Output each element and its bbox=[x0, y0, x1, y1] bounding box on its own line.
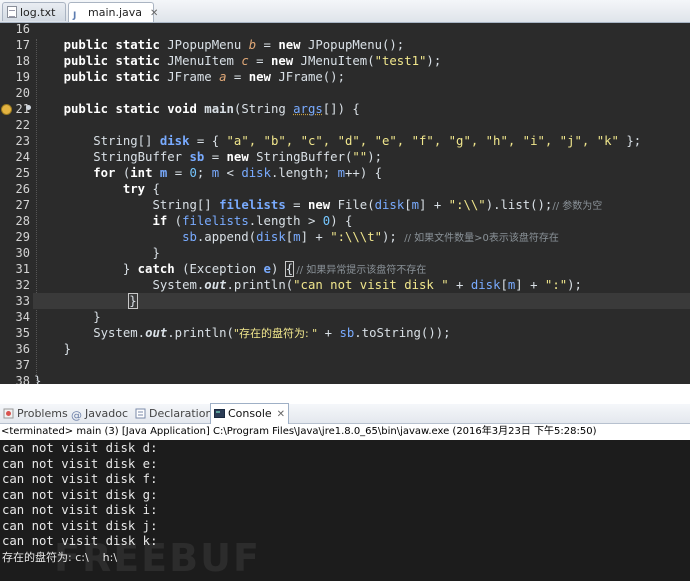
line-number: 19 bbox=[15, 70, 30, 84]
declaration-icon bbox=[135, 408, 146, 419]
console-line: can not visit disk e: bbox=[2, 456, 158, 471]
line-number: 26 bbox=[15, 182, 30, 196]
watermark: FREEBUF bbox=[54, 536, 261, 580]
warning-marker-icon[interactable] bbox=[1, 104, 12, 115]
editor-tab-bar: log.txt Jmain.java ✕ bbox=[0, 0, 690, 23]
tab-log-txt[interactable]: log.txt bbox=[2, 2, 66, 21]
line-number: 35 bbox=[15, 326, 30, 340]
line-number: 22 bbox=[15, 118, 30, 132]
line-number: 24 bbox=[15, 150, 30, 164]
horizontal-scrollbar[interactable] bbox=[0, 384, 690, 404]
matching-bracket: } bbox=[128, 293, 138, 309]
text-file-icon bbox=[7, 6, 17, 18]
at-sign-icon: @ bbox=[71, 409, 82, 422]
code-line-27: String[] filelists = new File(disk[m] + … bbox=[152, 198, 603, 212]
line-number: 20 bbox=[15, 86, 30, 100]
console-line: can not visit disk d: bbox=[2, 441, 158, 455]
line-number: 32 bbox=[15, 278, 30, 292]
code-line-32: System.out.println("can not visit disk "… bbox=[152, 278, 582, 292]
java-file-icon: J bbox=[73, 11, 77, 21]
line-number: 29 bbox=[15, 230, 30, 244]
tab-main-java[interactable]: Jmain.java ✕ bbox=[68, 2, 158, 22]
line-number: 23 bbox=[15, 134, 30, 148]
code-line-35: System.out.println("存在的盘符为: " + sb.toStr… bbox=[93, 326, 451, 340]
tab-declaration[interactable]: Declaration bbox=[135, 404, 212, 423]
code-line-30: } bbox=[152, 246, 160, 260]
tab-console[interactable]: Console ✕ bbox=[210, 403, 290, 424]
override-marker-icon bbox=[26, 105, 31, 110]
console-line: can not visit disk f: bbox=[2, 472, 158, 486]
code-line-36: } bbox=[63, 342, 72, 356]
tab-label: main.java bbox=[88, 6, 143, 19]
console-icon bbox=[214, 409, 225, 418]
code-line-19: public static JFrame a = new JFrame(); bbox=[63, 70, 345, 84]
view-tab-bar: Problems @ Javadoc Declaration Console ✕ bbox=[0, 403, 690, 424]
line-number: 17 bbox=[15, 38, 30, 52]
code-line-18: public static JMenuItem c = new JMenuIte… bbox=[63, 54, 442, 68]
problems-icon bbox=[3, 408, 14, 419]
code-line-21: public static void main(String args[]) { bbox=[63, 102, 360, 116]
close-icon[interactable]: ✕ bbox=[150, 8, 158, 19]
tab-problems[interactable]: Problems bbox=[3, 404, 68, 423]
line-number: 30 bbox=[15, 246, 30, 260]
console-line: can not visit disk j: bbox=[2, 518, 158, 533]
code-line-34: } bbox=[93, 310, 101, 324]
line-number: 28 bbox=[15, 214, 30, 228]
console-line: can not visit disk g: bbox=[2, 487, 158, 502]
tab-label: log.txt bbox=[20, 6, 56, 19]
code-line-29: sb.append(disk[m] + ":\\\t"); // 如果文件数量>… bbox=[182, 230, 559, 244]
code-line-26: try { bbox=[122, 182, 160, 196]
close-icon[interactable]: ✕ bbox=[277, 409, 285, 420]
code-line-25: for (int m = 0; m < disk.length; m++) { bbox=[93, 166, 383, 180]
tab-javadoc[interactable]: @ Javadoc bbox=[71, 404, 128, 423]
console-process-title: <terminated> main (3) [Java Application]… bbox=[0, 424, 690, 440]
code-line-23: String[] disk = { "a", "b", "c", "d", "e… bbox=[93, 134, 642, 148]
console-line: can not visit disk i: bbox=[2, 503, 158, 517]
line-number: 16 bbox=[15, 23, 30, 36]
line-number: 25 bbox=[15, 166, 30, 180]
code-line-33-current: } bbox=[33, 293, 690, 309]
code-line-24: StringBuffer sb = new StringBuffer(""); bbox=[93, 150, 383, 164]
console-output[interactable]: can not visit disk d: can not visit disk… bbox=[0, 440, 690, 581]
code-line-31: } catch (Exception e) { // 如果异常提示该盘符不存在 bbox=[122, 261, 427, 277]
line-number: 18 bbox=[15, 54, 30, 68]
line-number: 33 bbox=[15, 294, 30, 308]
line-number: 36 bbox=[15, 342, 30, 356]
line-number: 27 bbox=[15, 198, 30, 212]
line-number: 34 bbox=[15, 310, 30, 324]
line-number: 37 bbox=[15, 358, 30, 372]
code-editor[interactable]: 16 17 18 19 20 21 22 23 24 25 26 27 28 2… bbox=[0, 23, 690, 384]
line-number: 31 bbox=[15, 262, 30, 276]
code-line-38: } bbox=[34, 374, 42, 384]
code-line-17: public static JPopupMenu b = new JPopupM… bbox=[63, 38, 405, 52]
line-number: 38 bbox=[15, 374, 30, 384]
code-line-28: if (filelists.length > 0) { bbox=[152, 214, 353, 228]
